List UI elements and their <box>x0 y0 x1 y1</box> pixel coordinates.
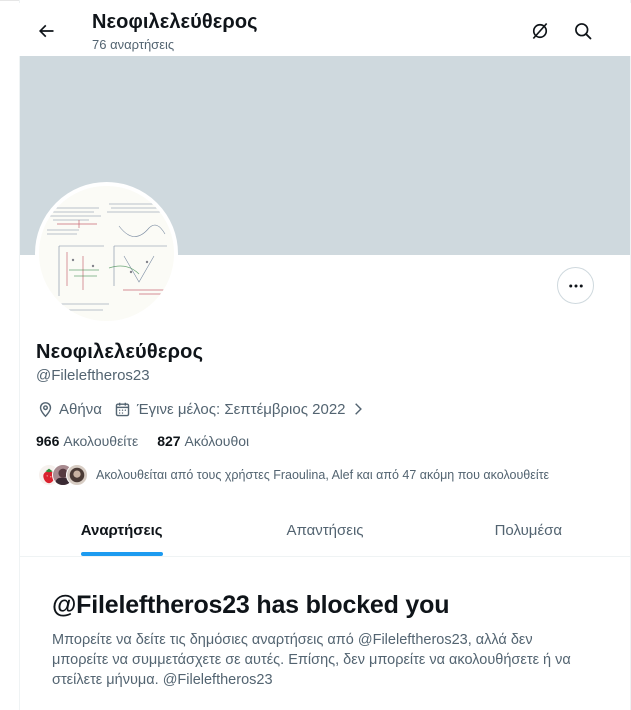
profile-header: Νεοφιλελεύθερος 76 αναρτήσεις <box>0 3 631 56</box>
active-tab-indicator <box>80 552 163 556</box>
tab-replies-label: Απαντήσεις <box>286 522 364 539</box>
blocked-title: @Fileleftheros23 has blocked you <box>52 591 450 619</box>
following-link[interactable]: 966 Ακολουθείτε <box>36 433 138 449</box>
grok-button[interactable] <box>524 15 556 47</box>
tab-media-label: Πολυμέσα <box>494 522 563 539</box>
followers-label: Ακόλουθοι <box>184 433 250 449</box>
location-pin-icon <box>36 400 54 418</box>
tab-replies[interactable]: Απαντήσεις <box>223 505 426 556</box>
following-label: Ακολουθείτε <box>63 433 139 449</box>
followed-by[interactable]: Ακολουθείται από τους χρήστες Fraoulina,… <box>38 462 549 488</box>
followed-by-text: Ακολουθείται από τους χρήστες Fraoulina,… <box>96 468 550 482</box>
post-count: 76 αναρτήσεις <box>92 37 175 52</box>
joined-text: Έγινε μέλος: Σεπτέμβριος 2022 <box>136 400 346 418</box>
tab-posts[interactable]: Αναρτήσεις <box>20 505 223 556</box>
chevron-right-icon <box>349 400 367 418</box>
tab-media[interactable]: Πολυμέσα <box>427 505 630 556</box>
more-options-button[interactable] <box>557 267 594 304</box>
follower-avatar-3 <box>66 464 88 486</box>
grok-icon <box>532 22 548 40</box>
header-title: Νεοφιλελεύθερος <box>92 11 258 33</box>
more-horizontal-icon <box>568 284 583 287</box>
profile-handle: @Fileleftheros23 <box>36 367 150 384</box>
followers-you-know-avatars <box>38 462 90 488</box>
tab-posts-label: Αναρτήσεις <box>80 522 163 539</box>
location-text: Αθήνα <box>59 400 102 418</box>
profile-tabs: Αναρτήσεις Απαντήσεις Πολυμέσα <box>20 505 630 557</box>
profile-meta: Αθήνα Έγινε μέλος: Σεπτέμβριος 2022 <box>36 399 379 419</box>
profile-avatar[interactable] <box>35 182 178 325</box>
arrow-left-icon <box>38 24 54 38</box>
joined-date[interactable]: Έγινε μέλος: Σεπτέμβριος 2022 <box>114 400 367 418</box>
calendar-icon <box>114 400 132 418</box>
profile-name: Νεοφιλελεύθερος <box>36 341 204 363</box>
location: Αθήνα <box>36 400 102 418</box>
follow-stats: 966 Ακολουθείτε 827 Ακόλουθοι <box>36 433 268 449</box>
search-button[interactable] <box>567 15 599 47</box>
followers-link[interactable]: 827 Ακόλουθοι <box>157 433 249 449</box>
followers-count: 827 <box>157 433 181 449</box>
following-count: 966 <box>36 433 60 449</box>
search-icon <box>575 23 592 40</box>
back-button[interactable] <box>30 15 62 47</box>
blocked-description: Μπορείτε να δείτε τις δημόσιες αναρτήσει… <box>52 632 571 688</box>
avatar-image <box>39 186 174 321</box>
